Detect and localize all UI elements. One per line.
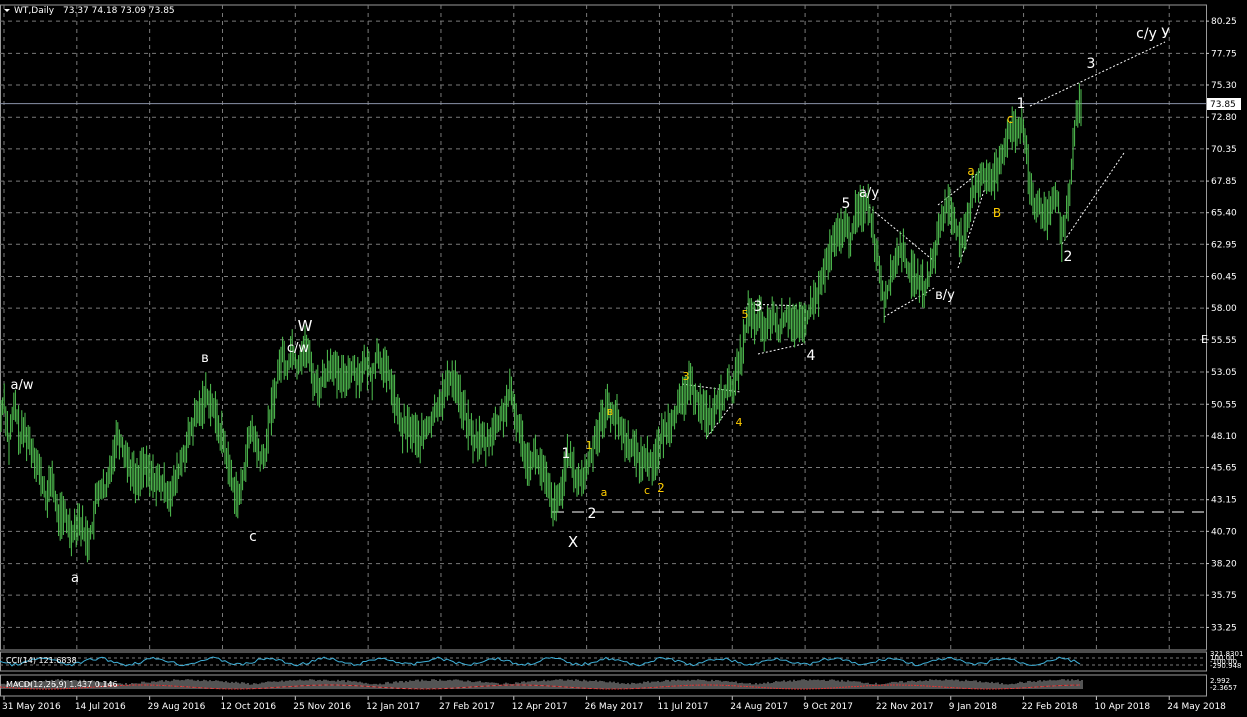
current-price-marker: 73.85 — [1207, 98, 1241, 110]
wave-label: 1 — [1017, 96, 1026, 112]
price-chart[interactable]: a/waвcc/wWX121aвc 2345 345a/yв/уaВc123c/у … — [0, 0, 1247, 717]
x-tick-label: 31 May 2016 — [2, 702, 61, 712]
wave-label: X — [568, 533, 578, 551]
cci-label: CCI(14) 121.6838 — [6, 656, 77, 665]
wave-label: 5 — [842, 196, 851, 212]
y-tick-label: 80.25 — [1211, 17, 1237, 27]
wave-label: 1 — [586, 439, 593, 452]
x-tick-label: 14 Jul 2016 — [75, 702, 126, 712]
wave-label: a — [601, 486, 608, 499]
y-tick-label: 67.85 — [1211, 177, 1237, 187]
wave-label: 2 — [1064, 249, 1073, 265]
wave-label: W — [298, 317, 313, 335]
y-tick-label: 55.55 — [1211, 336, 1237, 346]
wave-label: 3 — [754, 299, 763, 315]
wave-label: В — [993, 206, 1001, 220]
macd-scale-label: -2.3657 — [1210, 684, 1237, 692]
wave-label: 1 — [562, 446, 571, 462]
wave-label: 4 — [736, 416, 743, 429]
wave-label: a — [967, 164, 974, 178]
current-price-label: 73.85 — [1210, 100, 1236, 110]
x-tick-label: 26 May 2017 — [585, 702, 644, 712]
chart-header: WT,Daily 73.37 74.18 73.09 73.85 — [4, 6, 175, 16]
macd-label: MACD(12,26,9) 1.437 0.146 — [6, 680, 118, 689]
x-tick-label: 27 Feb 2017 — [439, 702, 495, 712]
x-tick-label: 24 May 2018 — [1167, 702, 1226, 712]
x-tick-label: 12 Jan 2017 — [366, 702, 420, 712]
y-tick-label: 50.55 — [1211, 400, 1237, 410]
y-tick-label: 40.70 — [1211, 527, 1237, 537]
y-tick-label: 38.20 — [1211, 560, 1237, 570]
x-tick-label: 22 Feb 2018 — [1022, 702, 1078, 712]
side-letter: E — [1201, 333, 1208, 346]
y-tick-label: 43.15 — [1211, 496, 1237, 506]
symbol-label: WT,Daily — [14, 6, 55, 16]
x-tick-label: 24 Aug 2017 — [730, 702, 788, 712]
x-tick-label: 9 Oct 2017 — [803, 702, 853, 712]
wave-label: a — [71, 571, 79, 586]
x-tick-label: 25 Nov 2016 — [293, 702, 351, 712]
wave-label: c — [249, 529, 257, 545]
wave-label: c/w — [287, 341, 310, 356]
y-tick-label: 75.30 — [1211, 81, 1237, 91]
y-tick-label: 62.95 — [1211, 240, 1237, 250]
wave-label: в/у — [935, 288, 955, 303]
y-tick-label: 58.00 — [1211, 304, 1237, 314]
y-tick-label: 70.35 — [1211, 145, 1237, 155]
wave-label: a/w — [11, 378, 34, 393]
y-tick-label: 35.75 — [1211, 591, 1237, 601]
wave-label: a/y — [859, 186, 879, 201]
chart-background — [0, 0, 1247, 717]
y-tick-label: 48.10 — [1211, 432, 1237, 442]
y-tick-label: 33.25 — [1211, 623, 1237, 633]
x-tick-label: 9 Jan 2018 — [949, 702, 997, 712]
x-tick-label: 29 Aug 2016 — [148, 702, 206, 712]
wave-label: c — [1007, 112, 1014, 126]
y-tick-label: 72.80 — [1211, 113, 1237, 123]
wave-label: 2 — [657, 481, 665, 495]
y-tick-label: 77.75 — [1211, 49, 1237, 59]
wave-label: c — [644, 484, 650, 497]
wave-label: 3 — [1087, 56, 1096, 72]
ohlc-values: 73.37 74.18 73.09 73.85 — [63, 6, 175, 16]
wave-label: 3 — [683, 370, 690, 383]
cci-scale-label: -290.948 — [1210, 662, 1241, 670]
x-tick-label: 12 Apr 2017 — [512, 702, 568, 712]
y-tick-label: 53.05 — [1211, 368, 1237, 378]
x-tick-label: 10 Apr 2018 — [1094, 702, 1150, 712]
x-tick-label: 22 Nov 2017 — [876, 702, 934, 712]
y-tick-label: 60.45 — [1211, 273, 1237, 283]
wave-label: c/у У — [1136, 26, 1170, 42]
wave-label: 5 — [742, 308, 749, 321]
x-tick-label: 12 Oct 2016 — [220, 702, 276, 712]
wave-label: в — [201, 351, 209, 366]
wave-label: в — [607, 405, 613, 418]
wave-label: 2 — [588, 506, 597, 522]
wave-label: 4 — [807, 348, 816, 364]
y-tick-label: 45.65 — [1211, 463, 1237, 473]
y-tick-label: 65.40 — [1211, 209, 1237, 219]
x-tick-label: 11 Jul 2017 — [657, 702, 708, 712]
